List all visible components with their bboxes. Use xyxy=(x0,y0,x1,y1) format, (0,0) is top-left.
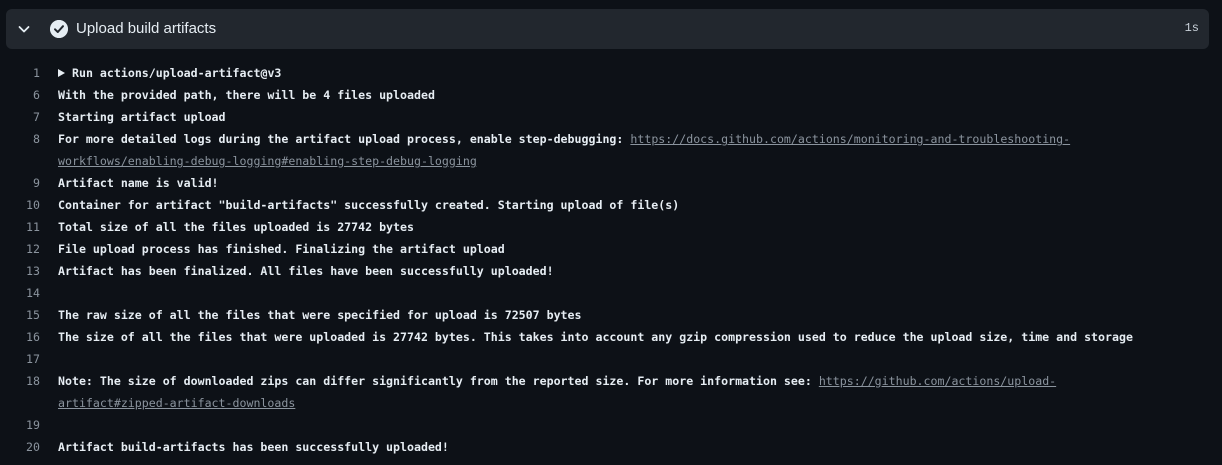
expand-triangle-icon[interactable] xyxy=(58,69,65,77)
log-text[interactable]: Run actions/upload-artifact@v3 xyxy=(58,62,1222,84)
step-header[interactable]: Upload build artifacts 1s xyxy=(6,9,1209,49)
log-line: 9 Artifact name is valid! xyxy=(0,172,1222,194)
line-number: 15 xyxy=(26,308,40,322)
log-line: 7 Starting artifact upload xyxy=(0,106,1222,128)
line-number: 1 xyxy=(33,66,40,80)
upload-artifact-link-part1[interactable]: https://github.com/actions/upload- xyxy=(819,374,1056,388)
log-line: 16 The size of all the files that were u… xyxy=(0,326,1222,348)
line-number: 10 xyxy=(26,198,40,212)
log-text: Note: The size of downloaded zips can di… xyxy=(58,370,1222,414)
upload-artifact-link-part2[interactable]: artifact#zipped-artifact-downloads xyxy=(58,392,1222,414)
line-number: 18 xyxy=(26,374,40,388)
line-number: 6 xyxy=(33,88,40,102)
log-line: 1 Run actions/upload-artifact@v3 xyxy=(0,62,1222,84)
log-line: 6 With the provided path, there will be … xyxy=(0,84,1222,106)
line-number: 14 xyxy=(26,286,40,300)
log-line: 11 Total size of all the files uploaded … xyxy=(0,216,1222,238)
log-line: 14 xyxy=(0,282,1222,304)
log-line: 15 The raw size of all the files that we… xyxy=(0,304,1222,326)
log-line: 19 xyxy=(0,414,1222,436)
log-line: 20 Artifact build-artifacts has been suc… xyxy=(0,436,1222,458)
step-title: Upload build artifacts xyxy=(76,20,217,37)
line-number: 8 xyxy=(33,132,40,146)
line-number: 9 xyxy=(33,176,40,190)
log-text: Artifact name is valid! xyxy=(58,176,219,190)
log-text: Artifact build-artifacts has been succes… xyxy=(58,440,449,454)
log-text: Container for artifact "build-artifacts"… xyxy=(58,198,680,212)
log-line: 8 For more detailed logs during the arti… xyxy=(0,128,1222,172)
log-text: The raw size of all the files that were … xyxy=(58,308,582,322)
log-line: 12 File upload process has finished. Fin… xyxy=(0,238,1222,260)
docs-link-part2[interactable]: workflows/enabling-debug-logging#enablin… xyxy=(58,150,1222,172)
line-number: 19 xyxy=(26,418,40,432)
line-number: 13 xyxy=(26,264,40,278)
line-number: 20 xyxy=(26,440,40,454)
log-text: File upload process has finished. Finali… xyxy=(58,242,505,256)
log-text: With the provided path, there will be 4 … xyxy=(58,88,435,102)
log-text-prefix: Note: The size of downloaded zips can di… xyxy=(58,374,819,388)
log-text: The size of all the files that were uplo… xyxy=(58,330,1133,344)
line-number: 16 xyxy=(26,330,40,344)
line-number: 7 xyxy=(33,110,40,124)
check-circle-icon xyxy=(50,20,68,38)
log-line: 13 Artifact has been finalized. All file… xyxy=(0,260,1222,282)
log-text-prefix: For more detailed logs during the artifa… xyxy=(58,132,631,146)
line-number: 17 xyxy=(26,352,40,366)
log-line: 18 Note: The size of downloaded zips can… xyxy=(0,370,1222,414)
log-output: 1 Run actions/upload-artifact@v3 6 With … xyxy=(0,62,1222,458)
log-text: Starting artifact upload xyxy=(58,110,226,124)
line-number: 12 xyxy=(26,242,40,256)
docs-link-part1[interactable]: https://docs.github.com/actions/monitori… xyxy=(630,132,1070,146)
log-text: For more detailed logs during the artifa… xyxy=(58,128,1222,172)
log-group-label[interactable]: Run actions/upload-artifact@v3 xyxy=(72,66,281,80)
log-text: Artifact has been finalized. All files h… xyxy=(58,264,554,278)
step-duration: 1s xyxy=(1184,21,1199,35)
log-line: 10 Container for artifact "build-artifac… xyxy=(0,194,1222,216)
log-text: Total size of all the files uploaded is … xyxy=(58,220,414,234)
line-number: 11 xyxy=(26,220,40,234)
chevron-down-icon[interactable] xyxy=(16,21,32,37)
log-line: 17 xyxy=(0,348,1222,370)
